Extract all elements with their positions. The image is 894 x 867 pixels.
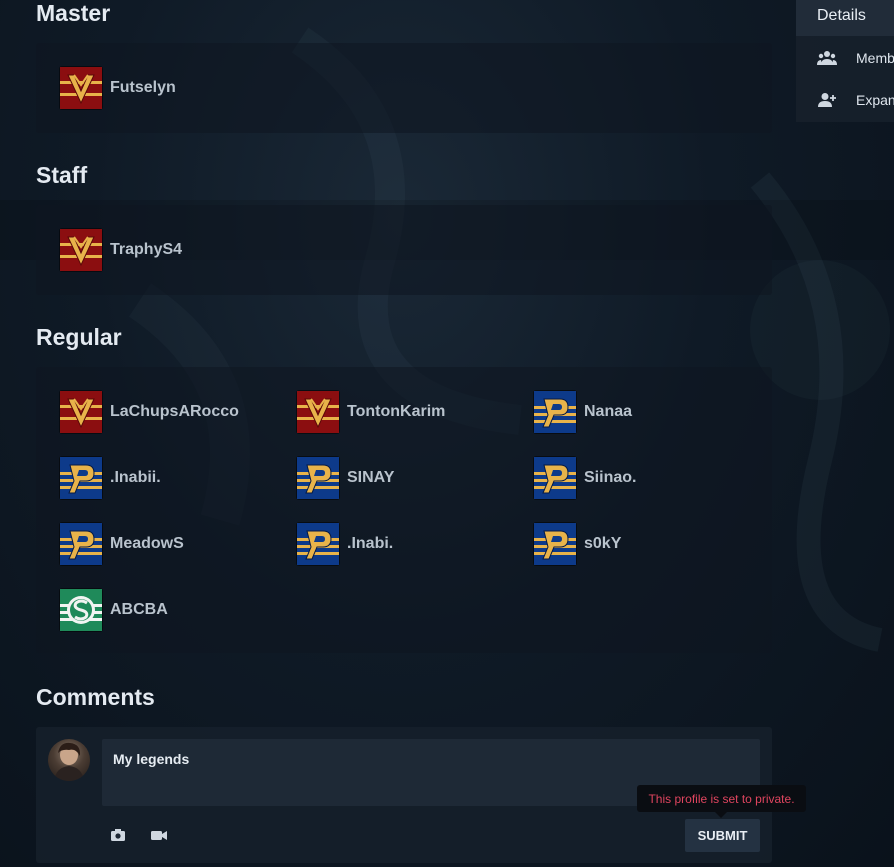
blue-p-rank-icon	[534, 523, 576, 565]
camera-icon[interactable]	[110, 828, 128, 842]
blue-p-rank-icon	[60, 523, 102, 565]
member-name: SINAY	[347, 469, 395, 486]
member-tontonkarim[interactable]: TontonKarim	[297, 391, 445, 433]
member-name: .Inabi.	[347, 535, 394, 552]
submit-button[interactable]: SUBMIT	[685, 819, 760, 852]
details-item-expand[interactable]: Expand	[796, 88, 894, 112]
crimson-v-rank-icon	[60, 67, 102, 109]
member-nanaa[interactable]: Nanaa	[534, 391, 632, 433]
add-user-icon	[818, 93, 836, 107]
details-item-label: Members	[856, 50, 894, 66]
crimson-v-rank-icon	[60, 229, 102, 271]
member-name: .Inabii.	[110, 469, 161, 486]
crimson-v-rank-icon	[297, 391, 339, 433]
blue-p-rank-icon	[534, 391, 576, 433]
member-name: TraphyS4	[110, 241, 183, 258]
blue-p-rank-icon	[297, 457, 339, 499]
member-sinay[interactable]: SINAY	[297, 457, 394, 499]
members-icon	[817, 51, 837, 65]
member-name: LaChupsARocco	[110, 403, 239, 420]
member-futselyn[interactable]: Futselyn	[60, 67, 176, 109]
section-title-comments: Comments	[36, 684, 155, 710]
details-item-members[interactable]: Members	[796, 46, 894, 70]
details-item-label: Expand	[856, 92, 894, 108]
member-meadows[interactable]: MeadowS	[60, 523, 184, 565]
member-inabii[interactable]: .Inabii.	[60, 457, 161, 499]
crimson-v-rank-icon	[60, 391, 102, 433]
blue-p-rank-icon	[60, 457, 102, 499]
member-name: TontonKarim	[347, 403, 446, 420]
green-s-rank-icon	[60, 589, 102, 631]
details-heading[interactable]: Details	[796, 0, 894, 36]
member-inabi[interactable]: .Inabi.	[297, 523, 393, 565]
private-profile-tooltip: This profile is set to private.	[637, 785, 806, 818]
section-title-regular: Regular	[36, 324, 122, 350]
blue-p-rank-icon	[534, 457, 576, 499]
video-icon[interactable]	[150, 828, 168, 842]
member-s0ky[interactable]: s0kY	[534, 523, 621, 565]
member-name: MeadowS	[110, 535, 184, 552]
avatar[interactable]	[48, 739, 90, 781]
member-traphys4[interactable]: TraphyS4	[60, 229, 182, 271]
blue-p-rank-icon	[297, 523, 339, 565]
member-name: Futselyn	[110, 79, 176, 96]
member-name: Siinao.	[584, 469, 637, 486]
section-title-staff: Staff	[36, 162, 88, 188]
member-name: Nanaa	[584, 403, 633, 420]
member-siinao[interactable]: Siinao.	[534, 457, 636, 499]
section-title-master: Master	[36, 0, 111, 26]
member-abcba[interactable]: ABCBA	[60, 589, 168, 631]
member-lachupsarocco[interactable]: LaChupsARocco	[60, 391, 239, 433]
details-panel: Details Members Expand	[796, 0, 894, 122]
member-name: s0kY	[584, 535, 622, 552]
member-name: ABCBA	[110, 601, 168, 618]
